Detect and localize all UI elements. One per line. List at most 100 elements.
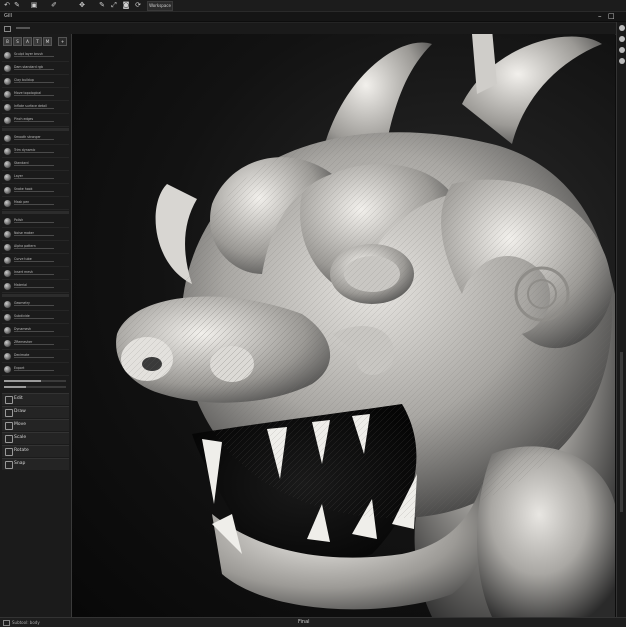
panel-slider[interactable]: [4, 380, 66, 382]
brush-item[interactable]: Export: [2, 364, 69, 376]
brush-item[interactable]: Layer: [2, 172, 69, 184]
brush-detail-line: [14, 318, 54, 319]
brush-detail-line: [14, 165, 54, 166]
brush-item[interactable]: Smooth stronger: [2, 133, 69, 145]
brush-icon: [4, 91, 11, 98]
draw-icon[interactable]: ✎: [98, 1, 106, 9]
brush-icon: [4, 353, 11, 360]
option-field[interactable]: [16, 27, 30, 29]
scale-icon[interactable]: ⤢: [110, 1, 118, 9]
frame-icon[interactable]: [619, 58, 625, 64]
tool-icon: [5, 396, 13, 404]
brush-icon: [4, 218, 11, 225]
tool-button-draw[interactable]: Draw: [2, 406, 69, 418]
brush-detail-line: [14, 344, 54, 345]
minimize-icon[interactable]: –: [598, 12, 602, 20]
document-tab[interactable]: Workspace: [147, 1, 173, 11]
brush-item[interactable]: Mask pen: [2, 198, 69, 210]
slider-fill: [4, 380, 42, 382]
zoom-icon[interactable]: [619, 47, 625, 53]
brush-detail-line: [14, 370, 54, 371]
brush-item[interactable]: Decimate: [2, 351, 69, 363]
tool-label: Snap: [14, 461, 26, 466]
tool-icon: [5, 448, 13, 456]
brush-icon: [4, 174, 11, 181]
brush-item[interactable]: Snake hook: [2, 185, 69, 197]
brush-item[interactable]: Curve tube: [2, 255, 69, 267]
brush-item[interactable]: Dynamesh: [2, 325, 69, 337]
rotate-icon[interactable]: ⟳: [134, 1, 142, 9]
tab-stroke[interactable]: S: [13, 37, 22, 46]
brush-icon: [4, 148, 11, 155]
brush-item[interactable]: Sculpt layer brush: [2, 50, 69, 62]
3d-viewport[interactable]: [72, 34, 615, 617]
status-icon: [3, 620, 10, 626]
brush-icon[interactable]: ✎: [13, 1, 21, 9]
tool-label: Scale: [14, 435, 27, 440]
brush-icon: [4, 257, 11, 264]
tool-button-scale[interactable]: Scale: [2, 432, 69, 444]
top-toolbar: ↶ ✎ ▣ ✐ ✥ ✎ ⤢ ◙ ⟳ Workspace: [0, 0, 626, 12]
brush-detail-line: [14, 191, 54, 192]
brush-item[interactable]: Standard: [2, 159, 69, 171]
tab-texture[interactable]: T: [33, 37, 42, 46]
toggle-icon[interactable]: [4, 26, 11, 32]
brush-item[interactable]: Move topological: [2, 89, 69, 101]
tool-icon: [5, 435, 13, 443]
brush-icon: [4, 283, 11, 290]
brush-icon: [4, 231, 11, 238]
brush-detail-line: [14, 274, 54, 275]
brush-icon: [4, 340, 11, 347]
brush-icon: [4, 135, 11, 142]
scrollbar[interactable]: [620, 352, 623, 512]
tab-brush[interactable]: B: [3, 37, 12, 46]
brush-item[interactable]: Clay buildup: [2, 76, 69, 88]
brush-item[interactable]: Geometry: [2, 299, 69, 311]
brush-item[interactable]: Material: [2, 281, 69, 293]
brush-item[interactable]: ZRemesher: [2, 338, 69, 350]
move-icon[interactable]: ✥: [78, 1, 86, 9]
pen-icon[interactable]: ✐: [50, 1, 58, 9]
brush-item[interactable]: Polish: [2, 216, 69, 228]
dragon-sculpt-render: [116, 34, 615, 617]
panel-separator: [2, 128, 69, 131]
tab-material[interactable]: M: [43, 37, 52, 46]
brush-item[interactable]: Insert mesh: [2, 268, 69, 280]
brush-detail-line: [14, 82, 54, 83]
brush-detail-line: [14, 121, 54, 122]
brush-detail-line: [14, 204, 54, 205]
tool-button-move[interactable]: Move: [2, 419, 69, 431]
brush-icon: [4, 52, 11, 59]
brush-icon: [4, 117, 11, 124]
tool-icon: [5, 409, 13, 417]
light-icon[interactable]: [619, 36, 625, 42]
brush-detail-line: [14, 261, 54, 262]
tab-alpha[interactable]: A: [23, 37, 32, 46]
brush-item[interactable]: Alpha pattern: [2, 242, 69, 254]
brush-detail-line: [14, 331, 54, 332]
camera-icon[interactable]: ◙: [122, 1, 130, 9]
undo-icon[interactable]: ↶: [3, 1, 11, 9]
panel-tabs: B S A T M +: [3, 37, 69, 46]
brush-item[interactable]: Trim dynamic: [2, 146, 69, 158]
tool-button-rotate[interactable]: Rotate: [2, 445, 69, 457]
panel-separator: [2, 294, 69, 297]
menu-bar: Gill – □: [0, 12, 626, 21]
brush-item[interactable]: Subdivide: [2, 312, 69, 324]
brush-item[interactable]: Pinch edges: [2, 115, 69, 127]
brush-item[interactable]: Dam standard rgb: [2, 63, 69, 75]
brush-icon: [4, 78, 11, 85]
tool-label: Draw: [14, 409, 26, 414]
tool-label: Rotate: [14, 448, 29, 453]
view-icon[interactable]: [619, 25, 625, 31]
maximize-icon[interactable]: □: [608, 12, 615, 20]
tab-more[interactable]: +: [58, 37, 67, 46]
brush-item[interactable]: Inflate surface detail: [2, 102, 69, 114]
brush-icon: [4, 187, 11, 194]
panel-slider[interactable]: [4, 386, 66, 388]
tool-button-snap[interactable]: Snap: [2, 458, 69, 470]
tool-button-edit[interactable]: Edit: [2, 393, 69, 405]
brush-icon: [4, 314, 11, 321]
brush-item[interactable]: Noise maker: [2, 229, 69, 241]
select-icon[interactable]: ▣: [30, 1, 38, 9]
